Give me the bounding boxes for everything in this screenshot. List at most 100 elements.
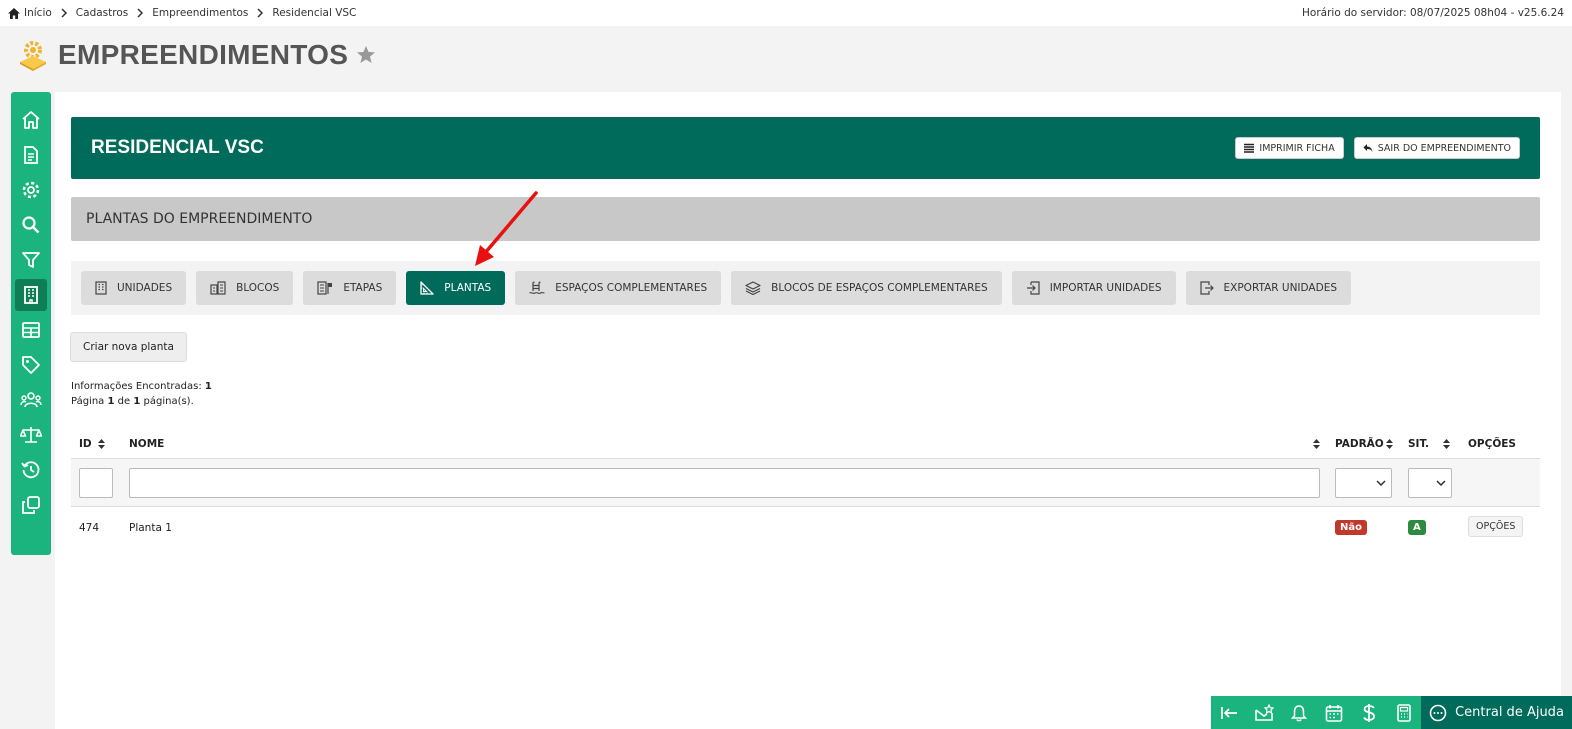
breadcrumb-empreendimentos[interactable]: Empreendimentos xyxy=(152,7,248,19)
chevron-right-icon xyxy=(60,8,68,18)
create-plan-button[interactable]: Criar nova planta xyxy=(70,332,187,362)
chevron-down-icon xyxy=(1436,480,1446,486)
calculator-icon xyxy=(1396,703,1411,722)
main-panel: RESIDENCIAL VSC IMPRIMIR FICHA SAIR DO E… xyxy=(55,92,1561,729)
sidebar-item-settings[interactable] xyxy=(15,174,47,206)
sort-icon xyxy=(1443,438,1451,449)
page-title: EMPREENDIMENTOS xyxy=(58,39,349,70)
table-icon xyxy=(22,322,40,338)
status-badge: A xyxy=(1408,520,1426,535)
page-current: 1 xyxy=(107,396,115,407)
filter-name-input[interactable] xyxy=(129,468,1320,498)
collapse-button[interactable] xyxy=(1211,696,1246,729)
filter-default-select[interactable] xyxy=(1335,468,1392,498)
users-icon xyxy=(20,392,42,408)
sidebar-item-table[interactable] xyxy=(15,314,47,346)
blocks-icon xyxy=(210,281,226,295)
building-icon xyxy=(24,286,38,304)
sidebar-item-documents[interactable] xyxy=(15,139,47,171)
page-total: 1 xyxy=(133,396,141,407)
row-id: 474 xyxy=(79,522,100,534)
tab-plantas[interactable]: PLANTAS xyxy=(406,271,506,305)
arrow-left-bar-icon xyxy=(1220,706,1237,719)
column-name[interactable]: NOME xyxy=(129,438,164,450)
filter-id-input[interactable] xyxy=(79,468,113,498)
notifications-button[interactable] xyxy=(1281,696,1316,729)
search-icon xyxy=(22,216,40,234)
pool-icon xyxy=(529,281,545,294)
star-icon[interactable] xyxy=(356,45,376,65)
calculator-button[interactable] xyxy=(1386,696,1421,729)
row-name: Planta 1 xyxy=(129,522,172,534)
copy-icon xyxy=(22,496,40,514)
sidebar-item-home[interactable] xyxy=(15,104,47,136)
layers-icon xyxy=(745,281,761,295)
enterprise-title: RESIDENCIAL VSC xyxy=(91,137,264,158)
tab-bar: UNIDADES BLOCOS ETAPAS PLANTAS ESPAÇOS C… xyxy=(71,261,1540,315)
gear-icon xyxy=(22,181,40,199)
results-info: Informações Encontradas: 1 Página 1 de 1… xyxy=(71,381,212,407)
column-id[interactable]: ID xyxy=(79,438,105,450)
table-row: 474 Planta 1 Não A OPÇÕES xyxy=(71,507,1540,551)
dollar-icon xyxy=(1362,703,1375,722)
document-icon xyxy=(24,146,38,164)
home-icon xyxy=(22,111,40,129)
chevron-down-icon xyxy=(1376,480,1386,486)
top-bar: Início Cadastros Empreendimentos Residen… xyxy=(0,0,1572,26)
messages-button[interactable] xyxy=(1246,696,1281,729)
breadcrumb-cadastros[interactable]: Cadastros xyxy=(76,7,128,19)
tab-blocos-espacos-complementares[interactable]: BLOCOS DE ESPAÇOS COMPLEMENTARES xyxy=(731,271,1002,305)
home-icon xyxy=(8,7,20,19)
chevron-right-icon xyxy=(256,8,264,18)
help-center-button[interactable]: Central de Ajuda xyxy=(1421,696,1572,729)
sidebar-item-copy[interactable] xyxy=(15,489,47,521)
tab-espacos-complementares[interactable]: ESPAÇOS COMPLEMENTARES xyxy=(515,271,722,305)
import-icon xyxy=(1026,281,1040,295)
export-icon xyxy=(1199,281,1214,295)
tab-unidades[interactable]: UNIDADES xyxy=(81,271,187,305)
filter-row xyxy=(71,459,1540,507)
breadcrumb-current: Residencial VSC xyxy=(272,7,357,19)
list-icon xyxy=(1244,143,1255,153)
ruler-triangle-icon xyxy=(420,281,434,295)
row-options-button[interactable]: OPÇÕES xyxy=(1468,516,1524,537)
sidebar-item-users[interactable] xyxy=(15,384,47,416)
exit-enterprise-button[interactable]: SAIR DO EMPREENDIMENTO xyxy=(1353,137,1520,159)
sidebar-item-search[interactable] xyxy=(15,209,47,241)
scale-icon xyxy=(20,427,42,443)
bell-icon xyxy=(1290,704,1307,721)
tab-exportar-unidades[interactable]: EXPORTAR UNIDADES xyxy=(1185,271,1351,305)
sort-icon[interactable] xyxy=(1313,439,1320,449)
financial-button[interactable] xyxy=(1351,696,1386,729)
column-status[interactable]: SIT. xyxy=(1408,438,1451,450)
tab-blocos[interactable]: BLOCOS xyxy=(196,271,294,305)
sidebar-item-tags[interactable] xyxy=(15,349,47,381)
calendar-button[interactable] xyxy=(1316,696,1351,729)
history-icon xyxy=(21,461,40,479)
tab-importar-unidades[interactable]: IMPORTAR UNIDADES xyxy=(1011,271,1176,305)
sort-icon xyxy=(97,438,105,449)
chevron-right-icon xyxy=(136,8,144,18)
sidebar xyxy=(11,92,51,555)
tab-etapas[interactable]: ETAPAS xyxy=(303,271,397,305)
filter-status-select[interactable] xyxy=(1408,468,1452,498)
results-count: 1 xyxy=(204,381,212,392)
stages-icon xyxy=(317,281,333,295)
column-default[interactable]: PADRÃO xyxy=(1335,438,1393,450)
plans-table: ID NOME PADRÃO SIT. OPÇÕES 474 Planta 1 … xyxy=(71,429,1540,551)
section-title: PLANTAS DO EMPREENDIMENTO xyxy=(71,197,1540,241)
sort-icon xyxy=(1385,438,1393,449)
column-options: OPÇÕES xyxy=(1468,437,1516,450)
building-icon xyxy=(95,281,107,295)
breadcrumb-home[interactable]: Início xyxy=(8,7,52,19)
page-title-area: EMPREENDIMENTOS xyxy=(16,38,376,72)
building-gear-icon xyxy=(20,41,46,71)
sidebar-item-history[interactable] xyxy=(15,454,47,486)
sidebar-item-buildings[interactable] xyxy=(15,279,47,311)
print-sheet-button[interactable]: IMPRIMIR FICHA xyxy=(1235,137,1344,159)
sidebar-item-legal[interactable] xyxy=(15,419,47,451)
enterprise-header: RESIDENCIAL VSC IMPRIMIR FICHA SAIR DO E… xyxy=(71,117,1540,179)
reply-icon xyxy=(1363,144,1373,152)
table-header: ID NOME PADRÃO SIT. OPÇÕES xyxy=(71,429,1540,459)
sidebar-item-filter[interactable] xyxy=(15,244,47,276)
